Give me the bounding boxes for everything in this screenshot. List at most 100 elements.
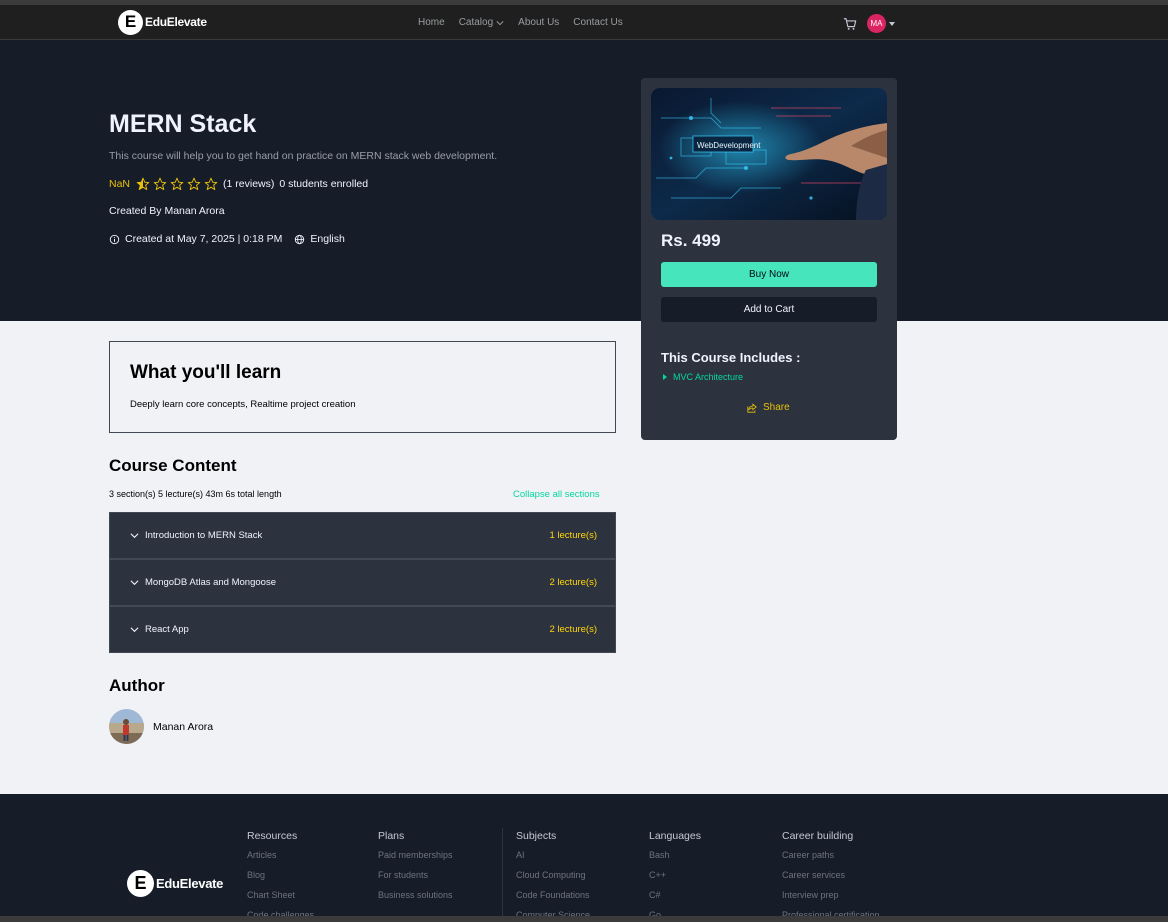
footer-col-resources: Resources Articles Blog Chart Sheet Code… [247,830,314,922]
footer-col-subjects: Subjects AI Cloud Computing Code Foundat… [516,830,590,922]
footer-logo-text: EduElevate [156,876,224,891]
course-price: Rs. 499 [661,231,721,250]
course-includes-title: This Course Includes : [661,350,801,365]
course-includes-item-label: MVC Architecture [673,372,744,382]
section-lecture-count: 2 lecture(s) [549,577,597,588]
section-header: MongoDB Atlas and Mongoose [130,577,276,588]
footer-link[interactable]: Code Foundations [516,890,590,910]
footer-divider [502,828,503,922]
learn-text: Deeply learn core concepts, Realtime pro… [130,399,356,410]
course-includes-item: MVC Architecture [663,372,743,382]
footer-logo[interactable]: E EduElevate [127,870,223,897]
section-name: MongoDB Atlas and Mongoose [145,577,276,588]
nav-links: Home Catalog About Us Contact Us [418,17,637,28]
author-row: Manan Arora [109,709,213,744]
author-title: Author [109,676,165,695]
footer-link[interactable]: Chart Sheet [247,890,314,910]
what-youll-learn-box: What you'll learn Deeply learn core conc… [109,341,616,433]
footer-link[interactable]: Blog [247,870,314,890]
footer-link[interactable]: Business solutions [378,890,453,910]
footer-col-languages: Languages Bash C++ C# Go [649,830,701,922]
course-meta: Created at May 7, 2025 | 0:18 PM English [109,233,345,245]
footer-link[interactable]: Articles [247,850,314,870]
footer-col-title: Plans [378,830,405,842]
buy-now-button[interactable]: Buy Now [661,262,877,287]
rating-value: NaN [109,178,131,190]
course-description: This course will help you to get hand on… [109,150,498,162]
author-name: Manan Arora [153,720,214,733]
rating-stars [136,177,218,191]
course-sections: Introduction to MERN Stack 1 lecture(s) … [109,512,616,653]
footer-link[interactable]: Career paths [782,850,880,870]
share-button[interactable]: Share [747,402,790,413]
section-name: Introduction to MERN Stack [145,530,263,541]
course-title: MERN Stack [109,110,257,138]
chevron-down-icon [130,580,139,586]
cart-icon[interactable] [843,17,857,31]
course-content-summary: 3 section(s) 5 lecture(s) 43m 6s total l… [109,489,282,499]
star-empty-icon [187,177,201,191]
reviews-count: (1 reviews) [223,178,275,190]
star-empty-icon [170,177,184,191]
footer-col-title: Career building [782,830,854,842]
language-label: English [310,233,345,245]
logo-badge: E [127,870,154,897]
user-avatar[interactable]: MA [867,14,886,33]
chevron-down-icon [130,627,139,633]
nav-link-contact[interactable]: Contact Us [573,17,622,28]
section-row[interactable]: MongoDB Atlas and Mongoose 2 lecture(s) [109,559,616,606]
footer-col-title: Resources [247,830,298,842]
section-lecture-count: 2 lecture(s) [549,624,597,635]
footer-link[interactable]: Bash [649,850,701,870]
logo-badge: E [118,9,143,35]
logo-text: EduElevate [145,15,207,29]
nav-link-about[interactable]: About Us [518,17,559,28]
footer-link[interactable]: Paid memberships [378,850,453,870]
created-at: Created at May 7, 2025 | 0:18 PM [125,233,283,245]
section-row[interactable]: React App 2 lecture(s) [109,606,616,653]
section-row[interactable]: Introduction to MERN Stack 1 lecture(s) [109,512,616,559]
footer-col-title: Subjects [516,830,557,842]
footer-link[interactable]: Interview prep [782,890,880,910]
share-label: Share [763,402,790,413]
site-logo[interactable]: E EduElevate [118,9,207,35]
course-thumbnail: WebDevelopment [651,88,887,220]
course-language: English [294,233,345,245]
chevron-down-icon [130,533,139,539]
footer-col-plans: Plans Paid memberships For students Busi… [378,830,453,910]
footer-col-title: Languages [649,830,701,842]
course-content-title: Course Content [109,456,237,475]
chevron-down-icon [496,20,504,25]
purchase-card: WebDevelopment Rs. 499 Buy Now Add to Ca… [641,78,897,440]
footer-link[interactable]: AI [516,850,590,870]
rating-row: NaN (1 reviews) 0 students enrolled [109,177,368,191]
footer-link[interactable]: For students [378,870,453,890]
footer-col-career: Career building Career paths Career serv… [782,830,880,922]
footer-link[interactable]: C# [649,890,701,910]
footer-link[interactable]: Career services [782,870,880,890]
learn-title: What you'll learn [130,362,282,383]
footer: E EduElevate Resources Articles Blog Cha… [0,794,1168,922]
globe-icon [295,234,305,244]
share-icon [747,402,757,413]
caret-down-icon[interactable] [889,21,895,26]
footer-link[interactable]: Cloud Computing [516,870,590,890]
section-header: React App [130,624,189,635]
footer-link[interactable]: C++ [649,870,701,890]
caret-right-icon [663,374,667,380]
navbar: E EduElevate Home Catalog About Us Conta… [0,5,1168,40]
info-icon [109,234,120,244]
nav-link-catalog[interactable]: Catalog [459,17,504,28]
collapse-all-sections-link[interactable]: Collapse all sections [513,489,600,500]
window-bottom-bar [0,916,1168,922]
star-empty-icon [153,177,167,191]
add-to-cart-button[interactable]: Add to Cart [661,297,877,322]
section-lecture-count: 1 lecture(s) [549,530,597,541]
enrolled-count: 0 students enrolled [279,178,369,190]
svg-text:WebDevelopment: WebDevelopment [697,141,761,150]
created-by: Created By Manan Arora [109,205,225,217]
author-avatar [109,709,144,744]
nav-link-home[interactable]: Home [418,17,445,28]
section-header: Introduction to MERN Stack [130,530,262,541]
star-empty-icon [204,177,218,191]
